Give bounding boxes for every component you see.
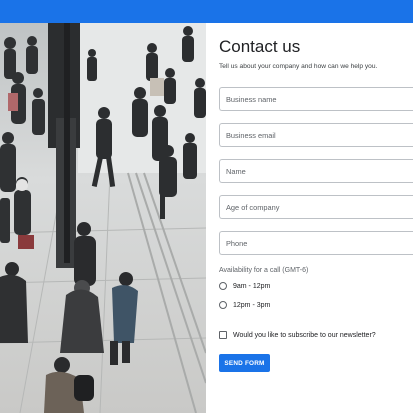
business-email-field[interactable] <box>219 123 413 147</box>
crowd-photo-illustration <box>0 23 206 413</box>
business-name-input[interactable] <box>220 88 413 110</box>
form-subtitle: Tell us about your company and how can w… <box>219 63 378 70</box>
contact-form: Contact us Tell us about your company an… <box>206 23 413 413</box>
contact-page: Contact us Tell us about your company an… <box>0 0 413 413</box>
radio-button[interactable] <box>219 301 227 309</box>
radio-option-label: 12pm - 3pm <box>233 301 271 309</box>
age-of-company-input[interactable] <box>220 196 413 218</box>
form-title: Contact us <box>219 37 301 56</box>
radio-option-label: 9am - 12pm <box>233 282 271 290</box>
newsletter-checkbox[interactable] <box>219 331 227 339</box>
radio-option-morning[interactable]: 9am - 12pm <box>219 280 270 292</box>
radio-option-afternoon[interactable]: 12pm - 3pm <box>219 299 270 311</box>
top-app-bar <box>0 0 413 23</box>
send-form-button[interactable]: SEND FORM <box>219 354 270 372</box>
newsletter-label: Would you like to subscribe to our newsl… <box>233 331 376 339</box>
radio-button[interactable] <box>219 282 227 290</box>
crowd-photo <box>0 23 206 413</box>
business-name-field[interactable] <box>219 87 413 111</box>
newsletter-option[interactable]: Would you like to subscribe to our newsl… <box>219 329 376 341</box>
phone-input[interactable] <box>220 232 413 254</box>
availability-label: Availability for a call (GMT-6) <box>219 267 309 274</box>
age-of-company-field[interactable] <box>219 195 413 219</box>
name-field[interactable] <box>219 159 413 183</box>
business-email-input[interactable] <box>220 124 413 146</box>
phone-field[interactable] <box>219 231 413 255</box>
name-input[interactable] <box>220 160 413 182</box>
